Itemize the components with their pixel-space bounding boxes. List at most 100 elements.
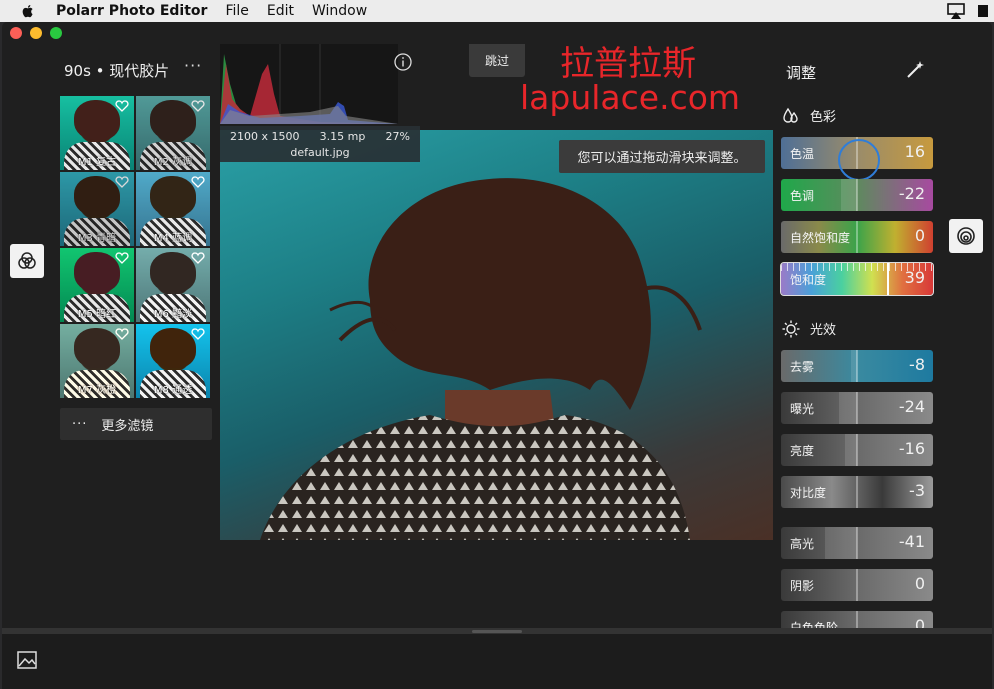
slider-center-line [856,221,858,253]
slider-value: 0 [914,574,925,593]
more-filters-dots: ··· [72,416,88,432]
slider-value: -41 [898,532,925,551]
filter-collection-title: 90s • 现代胶片 [64,62,170,80]
adjust-panel-toggle[interactable] [949,219,983,253]
light-section-header: 光效 [782,319,836,338]
menu-edit[interactable]: Edit [267,3,294,19]
filter-label: M3 青暗 [77,233,117,244]
heart-icon[interactable] [191,327,205,341]
image-dimensions: 2100 x 1500 [230,130,300,143]
watermark-en: lapulace.com [520,78,741,117]
heart-icon[interactable] [115,99,129,113]
slider-fill [839,392,857,424]
histogram-chart [220,44,398,124]
slider-tint[interactable]: 色调 -22 [781,179,933,211]
menu-window[interactable]: Window [312,3,367,19]
slider-temperature[interactable]: 色温 16 [781,137,933,169]
slider-brightness[interactable]: 亮度 -16 [781,434,933,466]
panel-resize-grip[interactable] [472,630,522,633]
filter-options-button[interactable]: ··· [184,56,202,75]
slider-value: 39 [904,268,925,287]
photo-canvas[interactable] [220,130,773,540]
filter-thumb[interactable]: M2 灰调 [136,96,210,170]
adjust-panel-title: 调整 [786,64,817,82]
filter-label: M2 灰调 [153,157,193,168]
thumb-hair [74,328,120,368]
filter-thumb[interactable]: M3 青暗 [60,172,134,246]
slider-label: 阴影 [790,579,815,593]
sun-icon [782,320,800,337]
heart-icon[interactable] [115,327,129,341]
adjust-rings-icon [957,227,975,245]
image-filename: default.jpg [290,146,350,159]
filter-thumb[interactable]: M8 通透 [136,324,210,398]
app-name-menu[interactable]: Polarr Photo Editor [56,3,207,19]
slider-dehaze[interactable]: 去雾 -8 [781,350,933,382]
apple-icon[interactable] [20,3,36,19]
thumb-hair [74,176,120,216]
filter-grid: M1 复古 M2 灰调 M3 青暗 M4 蓝调 M5 暗红 M6 黯淡 M7 灰… [60,96,212,398]
info-icon[interactable] [394,53,412,71]
slider-highlights[interactable]: 高光 -41 [781,527,933,559]
thumb-hair [150,252,196,292]
more-filters-label: 更多滤镜 [101,418,154,434]
filter-label: M6 黯淡 [153,309,193,320]
magic-wand-icon[interactable] [905,60,925,80]
light-section-label: 光效 [810,323,837,338]
color-section-header: 色彩 [782,106,836,125]
filter-thumb[interactable]: M6 黯淡 [136,248,210,322]
heart-icon[interactable] [191,99,205,113]
more-filters-button[interactable]: ··· 更多滤镜 [60,408,212,440]
slider-position-line [887,263,889,295]
slider-value: 16 [904,142,925,161]
slider-value: 0 [914,226,925,245]
heart-icon[interactable] [115,251,129,265]
slider-label: 色调 [790,189,815,203]
minimize-window-button[interactable] [30,27,42,39]
image-info-row: 2100 x 1500 3.15 mp 27% [220,126,420,143]
slider-value: -8 [909,355,925,374]
zoom-window-button[interactable] [50,27,62,39]
filter-thumb[interactable]: M5 暗红 [60,248,134,322]
heart-icon[interactable] [191,175,205,189]
slider-center-line [856,350,858,382]
filter-thumb[interactable]: M7 灰橙 [60,324,134,398]
slider-value: -22 [898,184,925,203]
slider-center-line [856,392,858,424]
heart-icon[interactable] [191,251,205,265]
slider-label: 自然饱和度 [790,231,851,245]
filter-label: M1 复古 [77,157,117,168]
image-megapixels: 3.15 mp [319,130,366,143]
slider-label: 去雾 [790,360,815,374]
thumb-hair [150,328,196,368]
gallery-icon[interactable] [16,649,38,671]
slider-value: -24 [898,397,925,416]
filter-thumb[interactable]: M4 蓝调 [136,172,210,246]
slider-center-line [856,179,858,211]
menu-file[interactable]: File [225,3,248,19]
heart-icon[interactable] [115,175,129,189]
droplets-icon [783,107,798,123]
filter-label: M7 灰橙 [77,385,117,396]
filter-thumb[interactable]: M1 复古 [60,96,134,170]
slider-center-line [856,137,858,169]
thumb-hair [74,252,120,292]
slider-shadows[interactable]: 阴影 0 [781,569,933,601]
slider-saturation[interactable]: 饱和度 39 [780,262,934,296]
close-window-button[interactable] [10,27,22,39]
slider-center-line [856,569,858,601]
status-icon[interactable] [976,2,990,20]
slider-center-line [856,476,858,508]
filters-panel-toggle[interactable] [10,244,44,278]
skip-button[interactable]: 跳过 [469,44,525,77]
image-zoom: 27% [385,130,410,143]
slider-contrast[interactable]: 对比度 -3 [781,476,933,508]
filter-label: M4 蓝调 [153,233,193,244]
filter-label: M8 通透 [153,385,193,396]
slider-label: 色温 [790,147,815,161]
airplay-icon[interactable] [946,2,966,20]
menubar: Polarr Photo Editor File Edit Window [0,0,994,22]
slider-label: 曝光 [790,402,815,416]
slider-exposure[interactable]: 曝光 -24 [781,392,933,424]
slider-vibrance[interactable]: 自然饱和度 0 [781,221,933,253]
